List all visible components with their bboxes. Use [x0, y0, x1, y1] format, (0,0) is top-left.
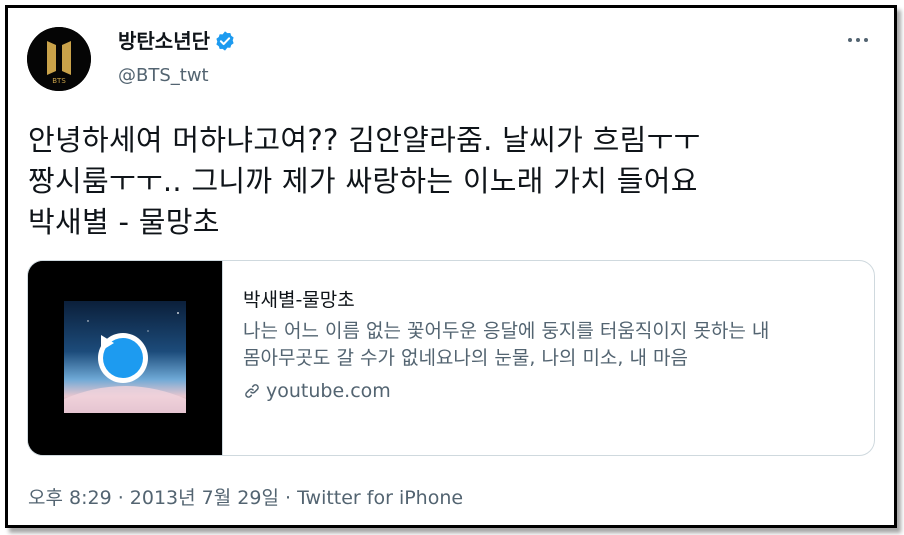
more-dot-icon — [856, 38, 860, 42]
user-handle[interactable]: @BTS_twt — [118, 64, 209, 88]
play-icon — [101, 335, 143, 378]
video-thumbnail[interactable] — [28, 261, 223, 455]
card-title: 박새별-물망초 — [243, 289, 355, 311]
tweet-meta: 오후 8:29 · 2013년 7월 29일 · Twitter for iPh… — [28, 485, 463, 511]
card-domain: youtube.com — [243, 378, 854, 404]
verified-badge-icon — [214, 30, 236, 52]
user-name-row: 방탄소년단 — [118, 28, 236, 54]
tweet-source[interactable]: Twitter for iPhone — [297, 487, 463, 509]
card-domain-text: youtube.com — [266, 380, 391, 402]
meta-separator: · — [278, 487, 298, 509]
bts-logo-icon: BTS — [27, 27, 91, 91]
tweet-text: 안녕하세여 머하냐고여?? 김안얄라줌. 날씨가 흐림ㅜㅜ 짱시룸ㅜㅜ.. 그니… — [28, 123, 701, 239]
avatar[interactable]: BTS — [27, 27, 91, 91]
card-body[interactable]: 박새별-물망초 나는 어느 이름 없는 꽃어두운 응달에 둥지를 터움직이지 못… — [223, 261, 874, 455]
card-description: 나는 어느 이름 없는 꽃어두운 응달에 둥지를 터움직이지 못하는 내 몸아무… — [243, 320, 770, 369]
play-button[interactable] — [98, 333, 148, 383]
tweet-frame: BTS 방탄소년단 @BTS_twt 안녕하세여 머하냐고여?? 김안얄라줌. … — [5, 5, 897, 528]
tweet-time[interactable]: 오후 8:29 — [28, 487, 112, 509]
tweet-date[interactable]: 2013년 7월 29일 — [130, 487, 279, 509]
more-options-button[interactable] — [844, 30, 872, 50]
more-dot-icon — [864, 38, 868, 42]
avatar-logo-text: BTS — [52, 77, 66, 85]
more-dot-icon — [848, 38, 852, 42]
display-name[interactable]: 방탄소년단 — [118, 28, 210, 54]
meta-separator: · — [111, 487, 130, 509]
link-preview-card[interactable]: 박새별-물망초 나는 어느 이름 없는 꽃어두운 응달에 둥지를 터움직이지 못… — [27, 260, 875, 456]
link-icon — [245, 384, 259, 398]
